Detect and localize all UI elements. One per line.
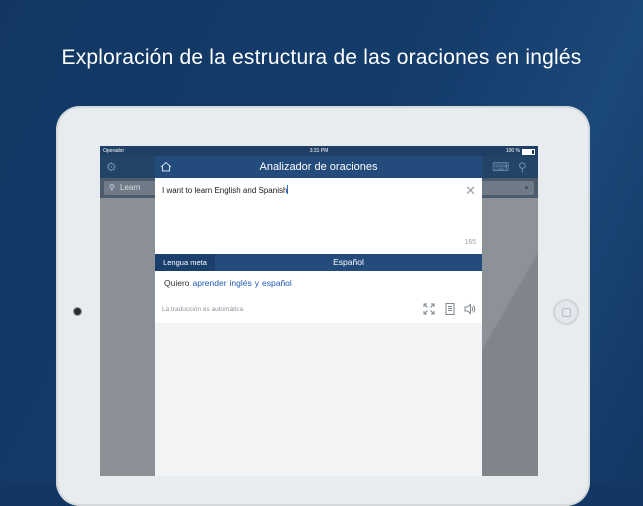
result-word-link[interactable]: español (262, 278, 292, 288)
translation-result: Quiero aprender inglés y español La traducci… (155, 271, 482, 323)
home-button[interactable] (553, 299, 579, 325)
speaker-icon[interactable] (464, 303, 476, 315)
sentence-input[interactable]: I want to learn English and Spanish ✕ 16… (155, 178, 482, 254)
close-icon[interactable]: ✕ (465, 183, 476, 199)
status-time: 3:31 PM (309, 148, 329, 154)
result-word-link[interactable]: inglés (230, 278, 252, 288)
keyboard-icon[interactable]: ⌨ (492, 160, 509, 174)
battery-percent: 100 % (505, 148, 520, 154)
result-word-link[interactable]: aprender (193, 278, 227, 288)
modal-title: Analizador de oraciones (259, 161, 378, 173)
target-language-bar[interactable]: Lengua meta Español (155, 254, 482, 271)
search-icon: ⚲ (109, 183, 115, 192)
modal-header: Analizador de oraciones (155, 156, 482, 178)
search-icon[interactable]: ⚲ (518, 160, 527, 174)
background-content (482, 198, 538, 476)
gear-icon[interactable]: ⚙ (106, 160, 117, 174)
result-word-link[interactable]: y (255, 278, 259, 288)
result-word-plain: Quiero (164, 278, 190, 288)
auto-translation-note: La traducción es automática (162, 306, 244, 313)
input-text: I want to learn English and Spanish (162, 186, 288, 195)
expand-icon[interactable] (423, 303, 435, 315)
sentence-analyzer-modal: Analizador de oraciones I want to learn … (155, 156, 482, 476)
text-caret (287, 185, 289, 194)
battery-icon (522, 149, 535, 155)
char-count: 165 (464, 239, 476, 246)
search-text: Learn (120, 183, 141, 192)
status-bar: Operador 3:31 PM 100 % (100, 146, 538, 156)
clear-search-icon[interactable]: ● (524, 181, 529, 195)
ipad-screen: Operador 3:31 PM 100 % ⚙ ⌨ ⚲ ⚲ Learn ● A… (100, 146, 538, 476)
target-language-label: Lengua meta (155, 254, 215, 271)
target-language-value[interactable]: Español (215, 254, 482, 271)
document-icon[interactable] (444, 303, 456, 315)
home-icon[interactable] (159, 156, 173, 178)
page-headline: Exploración de la estructura de las orac… (61, 46, 582, 69)
ipad-frame: Operador 3:31 PM 100 % ⚙ ⌨ ⚲ ⚲ Learn ● A… (56, 106, 590, 506)
camera-icon (73, 307, 82, 316)
modal-empty-area (155, 323, 482, 476)
